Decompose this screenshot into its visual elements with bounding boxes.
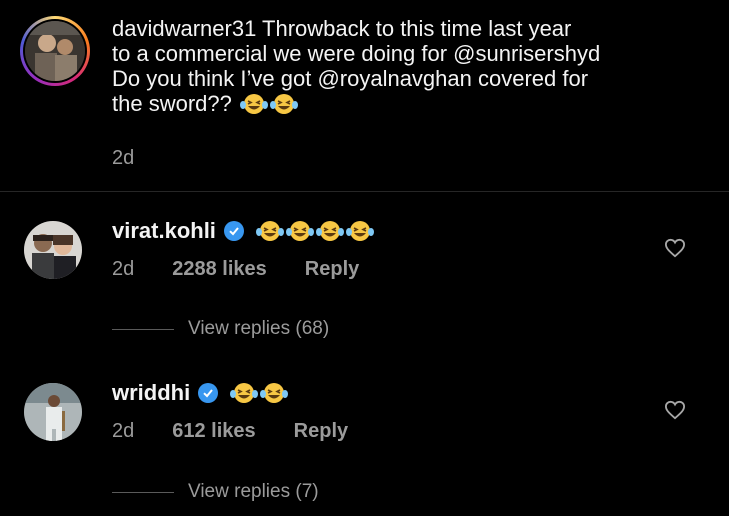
view-replies-label[interactable]: View replies (68) <box>188 318 329 340</box>
likes-count[interactable]: 2288 likes <box>172 258 267 281</box>
caption-line-3: Do you think I’ve got @royalnavghan cove… <box>112 66 589 91</box>
comment-emojis <box>255 220 374 242</box>
laughing-emoji-icon <box>345 221 374 241</box>
comment-meta: 2d 2288 likes Reply <box>112 258 359 281</box>
verified-badge-icon <box>198 383 219 403</box>
caption-line-1: Throwback to this time last year <box>262 16 572 41</box>
laughing-emoji-icon <box>269 93 298 114</box>
comment-username[interactable]: wriddhi <box>112 380 190 406</box>
heart-icon[interactable] <box>664 238 686 258</box>
avatar-davidwarner31[interactable] <box>25 21 85 81</box>
caption-line-2: to a commercial we were doing for @sunri… <box>112 41 601 66</box>
avatar-wriddhi[interactable] <box>24 383 82 441</box>
post-username[interactable]: davidwarner31 <box>112 16 256 41</box>
reply-button[interactable]: Reply <box>305 258 359 281</box>
caption-emojis <box>239 93 298 115</box>
heart-icon[interactable] <box>664 400 686 420</box>
comment-timestamp: 2d <box>112 420 135 442</box>
comment-header: virat.kohli <box>112 218 374 244</box>
original-post: davidwarner31 Throwback to this time las… <box>0 0 729 192</box>
view-replies-link[interactable]: View replies (7) <box>112 481 319 503</box>
thread-line <box>112 328 174 330</box>
laughing-emoji-icon <box>230 383 259 403</box>
comment-meta: 2d 612 likes Reply <box>112 420 348 443</box>
laughing-emoji-icon <box>255 221 284 241</box>
verified-badge-icon <box>223 221 244 241</box>
comment-virat-kohli: virat.kohli 2d 2288 likes Reply View rep… <box>0 192 729 352</box>
laughing-emoji-icon <box>239 93 268 114</box>
likes-count[interactable]: 612 likes <box>172 420 255 443</box>
comment-emojis <box>230 382 289 404</box>
post-timestamp: 2d <box>112 147 135 169</box>
comment-wriddhi: wriddhi 2d 612 likes Reply View replies … <box>0 355 729 515</box>
thread-line <box>112 491 174 493</box>
view-replies-label[interactable]: View replies (7) <box>188 481 319 503</box>
view-replies-link[interactable]: View replies (68) <box>112 318 329 340</box>
reply-button[interactable]: Reply <box>294 420 348 443</box>
comment-timestamp: 2d <box>112 258 135 280</box>
laughing-emoji-icon <box>260 383 289 403</box>
post-caption: davidwarner31 Throwback to this time las… <box>112 16 712 116</box>
comment-header: wriddhi <box>112 380 289 406</box>
laughing-emoji-icon <box>285 221 314 241</box>
avatar-virat-kohli[interactable] <box>24 221 82 279</box>
laughing-emoji-icon <box>315 221 344 241</box>
comment-username[interactable]: virat.kohli <box>112 218 216 244</box>
caption-line-4: the sword?? <box>112 91 232 116</box>
